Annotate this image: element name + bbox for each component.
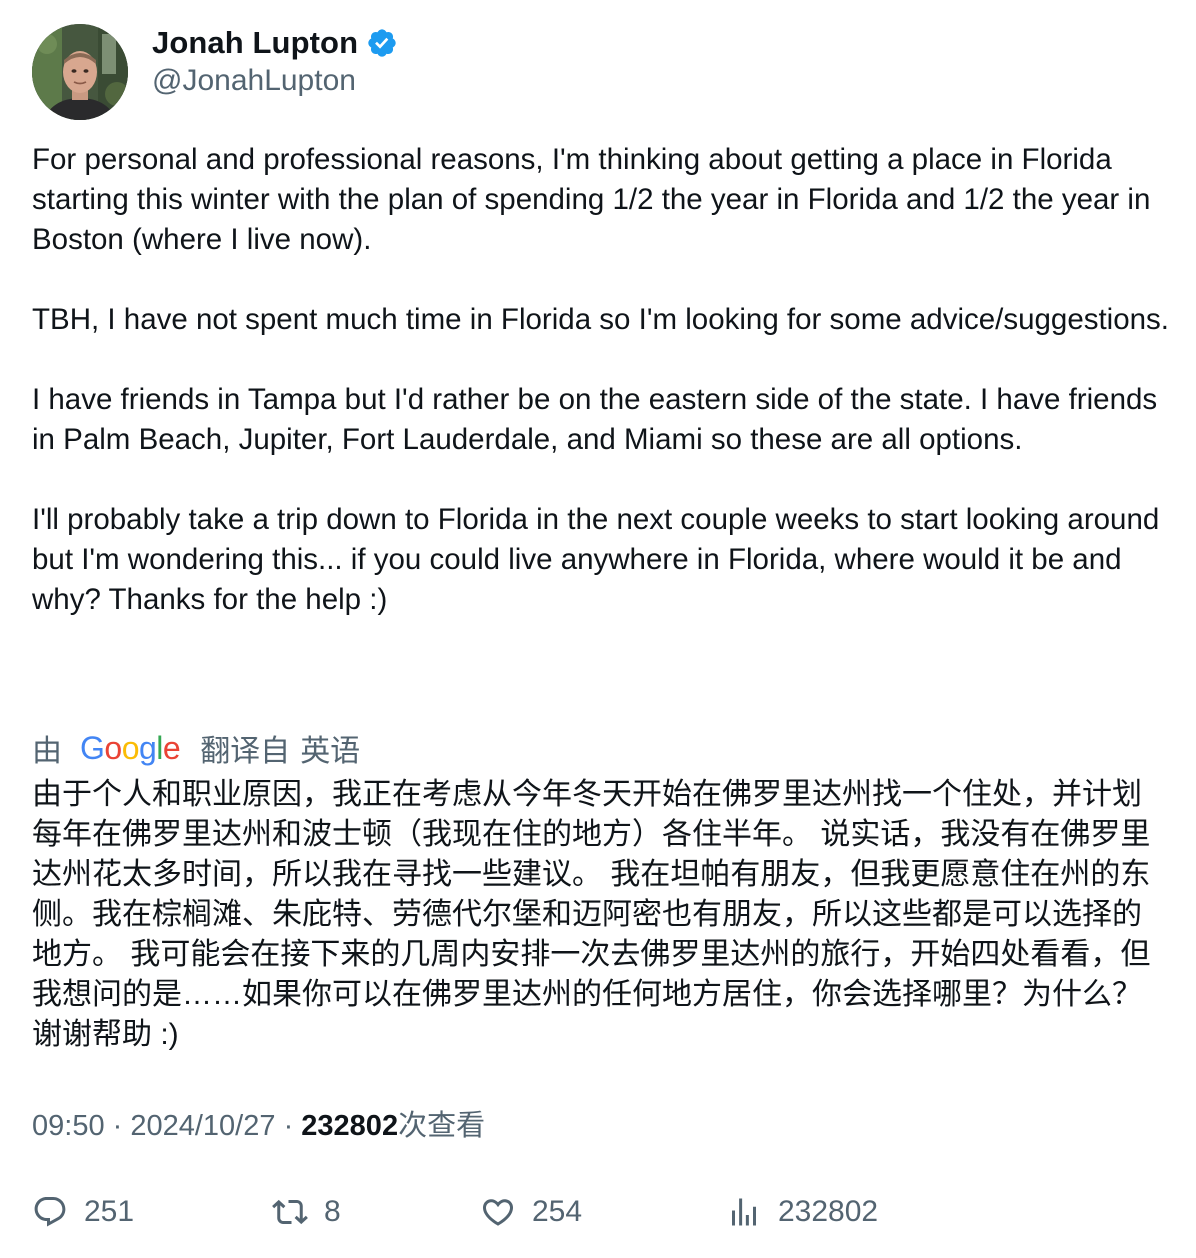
meta-separator: · — [275, 1110, 302, 1142]
meta-separator: · — [104, 1110, 131, 1142]
tweet-paragraph: For personal and professional reasons, I… — [32, 143, 1151, 256]
display-name[interactable]: Jonah Lupton — [152, 25, 358, 61]
heart-icon — [482, 1199, 514, 1226]
tweet-time[interactable]: 09:50 — [32, 1110, 105, 1143]
tweet-paragraph: I have friends in Tampa but I'd rather b… — [32, 383, 1158, 456]
views-chart-icon — [732, 1198, 756, 1226]
translation-by-label: 由 — [32, 735, 62, 768]
tweet-date[interactable]: 2024/10/27 — [130, 1110, 275, 1143]
translation-attribution[interactable]: 由 Google 翻译自 英语 — [32, 727, 360, 769]
tweet-paragraph: TBH, I have not spent much time in Flori… — [32, 303, 1169, 336]
translated-text: 由于个人和职业原因，我正在考虑从今年冬天开始在佛罗里达州找一个住处，并计划每年在… — [32, 778, 1151, 1051]
reply-count: 251 — [84, 1195, 135, 1228]
views-count: 232802 — [301, 1110, 399, 1142]
tweet-body: For personal and professional reasons, I… — [32, 140, 1172, 620]
google-logo: Google — [80, 729, 181, 766]
tweet-meta: 09:50 · 2024/10/27 · 232802 次查看 — [32, 1102, 485, 1144]
avatar[interactable] — [32, 24, 128, 120]
views-action-count: 232802 — [778, 1195, 879, 1228]
user-handle[interactable]: @JonahLupton — [152, 64, 398, 98]
tweet-header: Jonah Lupton @JonahLupton — [32, 24, 398, 120]
translated-from-label: 翻译自 — [200, 735, 291, 768]
reply-icon — [34, 1197, 66, 1227]
views-label: 次查看 — [398, 1110, 486, 1142]
avatar-image — [32, 24, 128, 120]
retweet-icon — [272, 1199, 308, 1225]
tweet-paragraph: I'll probably take a trip down to Florid… — [32, 503, 1160, 616]
views-button[interactable]: 232802 — [726, 1188, 878, 1236]
source-language: 英语 — [300, 735, 361, 768]
verified-badge-icon[interactable] — [366, 27, 398, 59]
retweet-count: 8 — [324, 1195, 341, 1228]
like-count: 254 — [532, 1195, 583, 1228]
retweet-button[interactable]: 8 — [272, 1188, 341, 1236]
action-bar: 251 8 254 232802 — [32, 1188, 1162, 1236]
reply-button[interactable]: 251 — [32, 1188, 134, 1236]
like-button[interactable]: 254 — [480, 1188, 582, 1236]
